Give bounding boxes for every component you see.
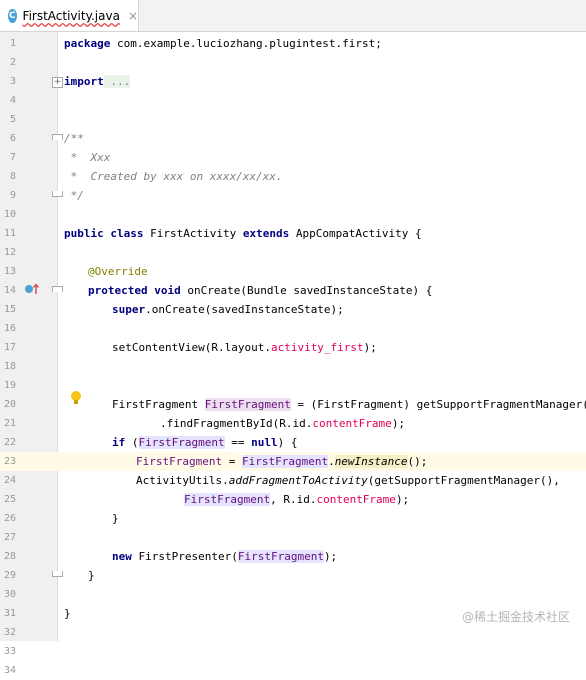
code-line-26: FirstFragment = FirstFragment.newInstanc…	[136, 455, 428, 468]
line-row: 18	[0, 357, 586, 376]
line-row: 5	[0, 110, 586, 129]
code-line-20: setContentView(R.layout.activity_first);	[112, 341, 377, 354]
line-row: 16	[0, 319, 586, 338]
line-number: 32	[3, 627, 16, 638]
tab-first-activity[interactable]: C FirstActivity.java ×	[0, 0, 139, 31]
line-row: 30	[0, 585, 586, 604]
line-number: 20	[3, 399, 16, 410]
code-line-23: FirstFragment FirstFragment = (FirstFrag…	[112, 398, 586, 411]
fold-end-icon[interactable]	[52, 191, 63, 197]
line-number: 11	[3, 228, 16, 239]
line-number: 17	[3, 342, 16, 353]
line-number: 18	[3, 361, 16, 372]
line-number: 8	[9, 171, 16, 182]
line-number: 7	[9, 152, 16, 163]
line-number: 6	[9, 133, 16, 144]
code-line-34: }	[64, 607, 71, 620]
tab-title: FirstActivity.java	[22, 8, 120, 23]
line-number: 23	[3, 456, 16, 467]
line-number: 25	[3, 494, 16, 505]
code-line-14: public class FirstActivity extends AppCo…	[64, 227, 422, 240]
watermark: @稀土掘金技术社区	[461, 610, 570, 624]
editor-tab-bar: C FirstActivity.java ×	[0, 0, 586, 32]
line-number: 34	[3, 665, 16, 676]
code-line-16: @Override	[88, 265, 148, 278]
line-row: 9	[0, 186, 586, 205]
code-line-29: }	[112, 512, 119, 525]
line-number: 29	[3, 570, 16, 581]
code-line-25: if (FirstFragment == null) {	[112, 436, 298, 449]
line-number: 13	[3, 266, 16, 277]
line-number: 19	[3, 380, 16, 391]
line-number: 27	[3, 532, 16, 543]
line-number: 14	[3, 285, 16, 296]
line-number: 30	[3, 589, 16, 600]
line-row: 2	[0, 53, 586, 72]
line-row: 33	[0, 642, 586, 661]
code-line-9: /**	[64, 132, 84, 145]
class-icon: C	[8, 8, 17, 23]
line-number: 31	[3, 608, 16, 619]
line-row: 19	[0, 376, 586, 395]
code-line-3: import ...	[64, 75, 131, 88]
line-number: 28	[3, 551, 16, 562]
line-number: 9	[9, 190, 16, 201]
line-row: 12	[0, 243, 586, 262]
line-number: 2	[9, 57, 16, 68]
line-number: 3	[9, 76, 16, 87]
line-number: 21	[3, 418, 16, 429]
code-line-10: * Xxx	[64, 151, 111, 164]
line-row: 6	[0, 129, 586, 148]
fold-start-icon[interactable]	[52, 286, 63, 292]
code-line-17: protected void onCreate(Bundle savedInst…	[88, 284, 433, 297]
line-number: 22	[3, 437, 16, 448]
line-row: 34	[0, 661, 586, 680]
line-number: 5	[9, 114, 16, 125]
line-number: 16	[3, 323, 16, 334]
fold-expand-icon[interactable]: +	[52, 77, 63, 88]
line-number: 26	[3, 513, 16, 524]
lightbulb-icon[interactable]	[70, 390, 82, 404]
fold-end-icon[interactable]	[52, 571, 63, 577]
line-row: 26	[0, 509, 586, 528]
close-icon[interactable]: ×	[128, 9, 138, 23]
fold-start-icon[interactable]	[52, 134, 63, 140]
line-number: 10	[3, 209, 16, 220]
override-method-icon[interactable]	[24, 282, 40, 299]
line-row: 32	[0, 623, 586, 642]
code-line-32: }	[88, 569, 95, 582]
line-number: 4	[9, 95, 16, 106]
code-line-1: package com.example.luciozhang.plugintes…	[64, 37, 382, 50]
code-line-31: new FirstPresenter(FirstFragment);	[112, 550, 338, 563]
line-row: 27	[0, 528, 586, 547]
line-row: 4	[0, 91, 586, 110]
code-line-11: * Created by xxx on xxxx/xx/xx.	[64, 170, 283, 183]
code-line-27: ActivityUtils.addFragmentToActivity(getS…	[136, 474, 560, 487]
code-line-28: FirstFragment, R.id.contentFrame);	[184, 493, 410, 506]
code-line-12: */	[64, 189, 84, 202]
line-number: 1	[9, 38, 16, 49]
line-number: 33	[3, 646, 16, 657]
line-number: 15	[3, 304, 16, 315]
line-number: 12	[3, 247, 16, 258]
line-number: 24	[3, 475, 16, 486]
code-line-24: .findFragmentById(R.id.contentFrame);	[160, 417, 406, 430]
code-line-18: super.onCreate(savedInstanceState);	[112, 303, 344, 316]
line-row: 10	[0, 205, 586, 224]
